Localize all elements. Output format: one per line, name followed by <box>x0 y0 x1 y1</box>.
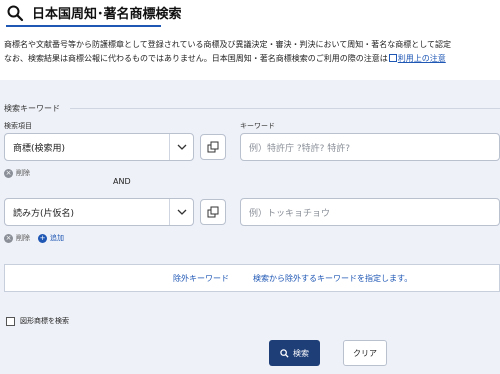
add-row-button[interactable]: + 追加 <box>38 233 64 243</box>
description: 商標名や文献番号等から防護標章として登録されている商標及び異議決定・審決・判決に… <box>0 30 500 80</box>
figure-trademark-label: 図形商標を検索 <box>20 317 69 325</box>
search-item-label: 検索項目 <box>4 122 32 130</box>
description-line-2: なお、検索結果は商標公報に代わるものではありません。日本国周知・著名商標検索のご… <box>4 52 496 66</box>
and-operator-label: AND <box>113 177 131 186</box>
description-line-1: 商標名や文献番号等から防護標章として登録されている商標及び異議決定・審決・判決に… <box>4 40 452 49</box>
search-field-select-1[interactable]: 商標(検索用) <box>4 133 194 161</box>
exclude-keyword-toggle[interactable]: 除外キーワード 検索から除外するキーワードを指定します。 <box>4 264 500 292</box>
search-icon <box>6 4 24 22</box>
search-button-label: 検索 <box>293 348 309 358</box>
copy-icon <box>207 141 219 153</box>
figure-trademark-checkbox[interactable]: 図形商標を検索 <box>6 316 69 326</box>
search-field-value-1: 商標(検索用) <box>13 143 66 154</box>
page-title: 日本国周知･著名商標検索 <box>32 7 182 22</box>
external-link-icon <box>388 54 397 62</box>
add-label: 追加 <box>50 234 64 242</box>
delete-label-1: 削除 <box>16 169 30 177</box>
search-icon <box>280 348 289 358</box>
close-icon: × <box>4 233 13 243</box>
description-text: なお、検索結果は商標公報に代わるものではありません。日本国周知・著名商標検索のご… <box>4 54 388 63</box>
delete-button-1[interactable]: × 削除 <box>4 168 30 178</box>
exclude-keyword-label: 除外キーワード <box>173 273 229 283</box>
close-icon: × <box>4 168 13 178</box>
chevron-down-icon <box>169 199 193 225</box>
search-field-select-2[interactable]: 読み方(片仮名) <box>4 198 194 226</box>
page-header: 日本国周知･著名商標検索 <box>6 3 182 22</box>
keyword-label: キーワード <box>240 122 275 130</box>
exclude-keyword-hint: 検索から除外するキーワードを指定します。 <box>253 273 413 283</box>
section-divider <box>70 108 500 109</box>
delete-label-2: 削除 <box>16 234 30 242</box>
clear-button[interactable]: クリア <box>343 340 387 366</box>
chevron-down-icon <box>169 134 193 160</box>
search-button[interactable]: 検索 <box>269 340 320 366</box>
section-heading-keywords: 検索キーワード <box>4 104 60 113</box>
title-underline <box>6 25 161 27</box>
keyword-input-2[interactable]: 例）トッキョチョウ <box>240 198 500 226</box>
copy-row-button-2[interactable] <box>200 199 226 225</box>
copy-row-button-1[interactable] <box>200 134 226 160</box>
search-field-value-2: 読み方(片仮名) <box>13 208 75 219</box>
usage-notes-link[interactable]: 利用上の注意 <box>398 54 446 63</box>
plus-icon: + <box>38 233 47 243</box>
copy-icon <box>207 206 219 218</box>
delete-button-2[interactable]: × 削除 <box>4 233 30 243</box>
clear-button-label: クリア <box>353 348 377 358</box>
keyword-input-1[interactable]: 例）特許庁 ?特許? 特許? <box>240 133 500 161</box>
checkbox-box[interactable] <box>6 316 15 326</box>
